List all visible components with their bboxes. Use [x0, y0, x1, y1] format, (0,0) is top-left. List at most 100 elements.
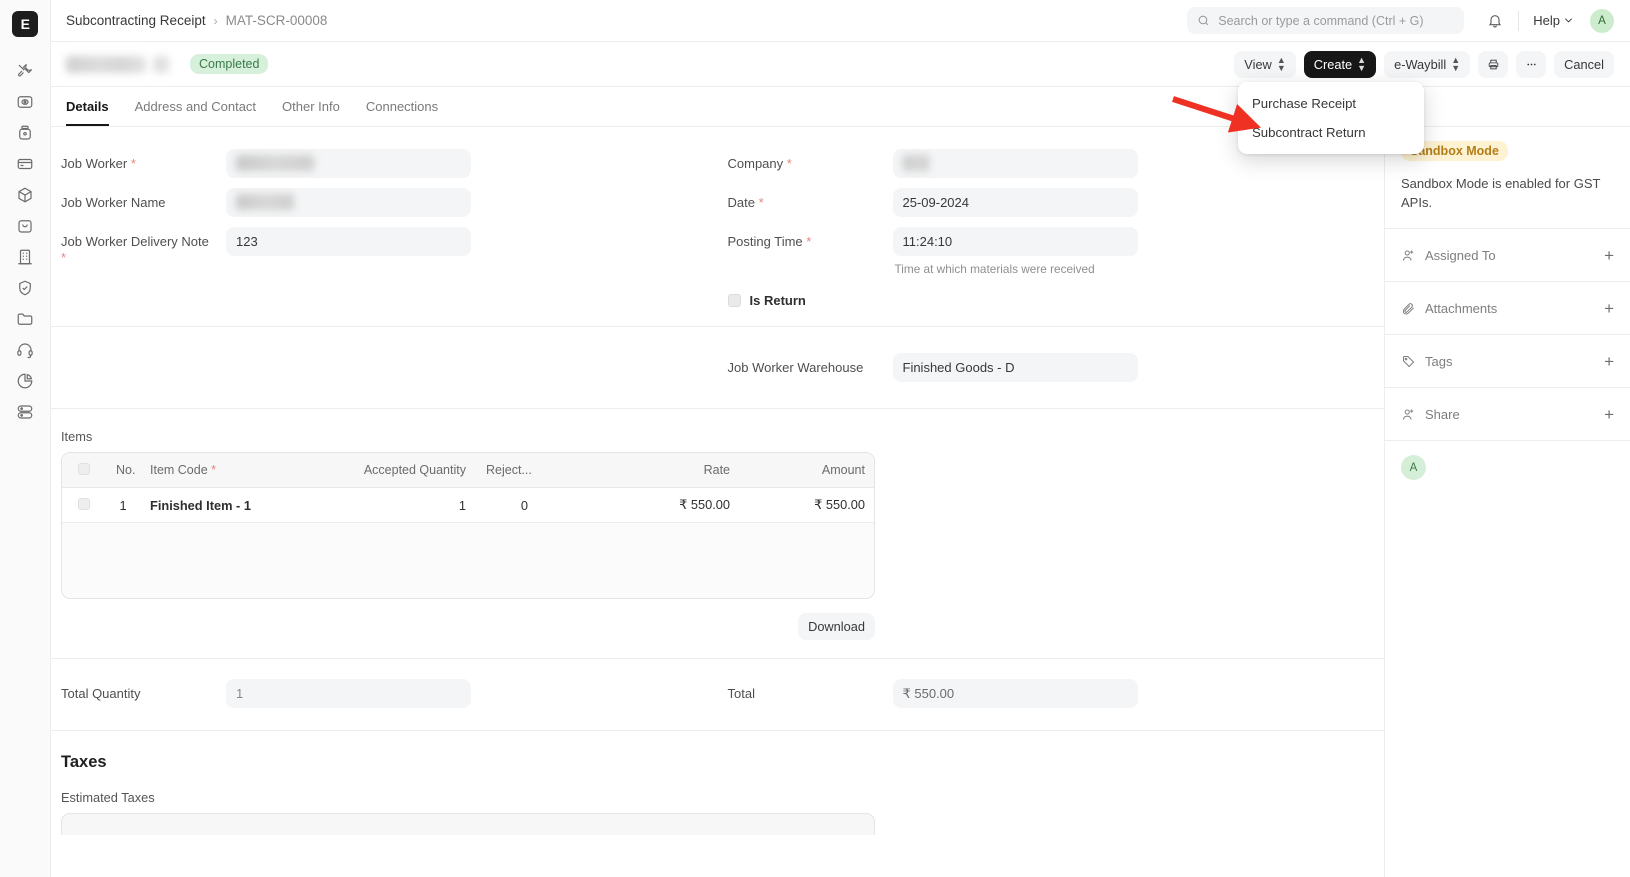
share-user-icon — [1401, 407, 1416, 422]
job-worker-delivery-note-input[interactable]: 123 — [226, 227, 471, 256]
jar-icon[interactable] — [8, 118, 42, 148]
more-actions-button[interactable] — [1516, 51, 1546, 78]
ewaybill-label: e-Waybill — [1394, 57, 1446, 72]
form-inner: Job Worker * Job Worker Name — [51, 127, 1384, 835]
add-share-button[interactable]: + — [1604, 406, 1614, 423]
row-checkbox[interactable] — [78, 498, 90, 510]
body: Job Worker * Job Worker Name — [51, 127, 1630, 877]
chevron-updown-icon: ▲▼ — [1451, 56, 1460, 72]
tab-details[interactable]: Details — [66, 99, 109, 126]
row-rate[interactable]: ₹ 550.00 — [538, 488, 740, 523]
assigned-to-label: Assigned To — [1425, 248, 1496, 263]
sidebar-item-attachments[interactable]: Attachments + — [1385, 281, 1630, 334]
headset-icon[interactable] — [8, 335, 42, 365]
job-worker-warehouse-label: Job Worker Warehouse — [728, 353, 893, 376]
document-actions: View ▲▼ Create ▲▼ e-Waybill ▲▼ — [1234, 51, 1614, 78]
sidebar-footer: A — [1385, 440, 1630, 494]
user-avatar[interactable]: A — [1590, 9, 1614, 33]
avatar[interactable]: A — [1401, 455, 1426, 480]
add-attachment-button[interactable]: + — [1604, 300, 1614, 317]
tab-other-info[interactable]: Other Info — [282, 99, 340, 126]
row-select-cell[interactable] — [62, 488, 106, 523]
pie-chart-icon[interactable] — [8, 366, 42, 396]
sidebar-item-share[interactable]: Share + — [1385, 387, 1630, 440]
col-amount: Amount — [740, 453, 875, 488]
download-button[interactable]: Download — [798, 613, 875, 640]
sidebar-item-tags[interactable]: Tags + — [1385, 334, 1630, 387]
form-area: Job Worker * Job Worker Name — [51, 127, 1385, 877]
job-worker-name-control — [226, 188, 471, 217]
breadcrumb: Subcontracting Receipt › MAT-SCR-00008 — [66, 13, 327, 28]
items-footer-actions: Download — [61, 613, 875, 640]
sidebar-item-assigned-to[interactable]: Assigned To + — [1385, 228, 1630, 281]
total-control: ₹ 550.00 — [893, 679, 1138, 708]
notifications-button[interactable] — [1478, 7, 1512, 35]
row-rejected-quantity[interactable]: 0 — [476, 488, 538, 523]
total-quantity-control: 1 — [226, 679, 471, 708]
field-job-worker: Job Worker * — [61, 149, 718, 178]
select-all-checkbox[interactable] — [78, 463, 90, 475]
job-worker-control — [226, 149, 471, 178]
shield-check-icon[interactable] — [8, 273, 42, 303]
is-return-checkbox[interactable] — [728, 294, 741, 307]
attachments-label: Attachments — [1425, 301, 1497, 316]
field-is-return[interactable]: Is Return — [728, 293, 1385, 308]
building-icon[interactable] — [8, 242, 42, 272]
top-bar: Subcontracting Receipt › MAT-SCR-00008 S… — [51, 0, 1630, 42]
bag-icon[interactable] — [8, 211, 42, 241]
tools-icon[interactable] — [8, 56, 42, 86]
field-date: Date * 25-09-2024 — [728, 188, 1385, 217]
add-tag-button[interactable]: + — [1604, 353, 1614, 370]
folder-icon[interactable] — [8, 304, 42, 334]
row-amount[interactable]: ₹ 550.00 — [740, 488, 875, 523]
tab-connections[interactable]: Connections — [366, 99, 438, 126]
table-row[interactable]: 1 Finished Item - 1 1 0 ₹ 550.00 ₹ 550.0… — [62, 488, 875, 523]
stamp-icon[interactable] — [8, 87, 42, 117]
job-worker-input[interactable] — [226, 149, 471, 178]
app-logo[interactable]: E — [12, 11, 38, 37]
view-button[interactable]: View ▲▼ — [1234, 51, 1295, 78]
chevron-updown-icon: ▲▼ — [1277, 56, 1286, 72]
tab-address-and-contact[interactable]: Address and Contact — [135, 99, 256, 126]
toolbar-divider — [1518, 11, 1519, 31]
posting-time-input[interactable]: 11:24:10 — [893, 227, 1138, 256]
job-worker-name-input[interactable] — [226, 188, 471, 217]
tags-label: Tags — [1425, 354, 1452, 369]
field-job-worker-delivery-note: Job Worker Delivery Note* 123 — [61, 227, 718, 266]
ewaybill-button[interactable]: e-Waybill ▲▼ — [1384, 51, 1470, 78]
view-label: View — [1244, 57, 1272, 72]
required-marker: * — [755, 195, 764, 210]
tag-icon — [1401, 354, 1416, 369]
total-label: Total — [728, 679, 893, 702]
date-control: 25-09-2024 — [893, 188, 1138, 217]
card-icon[interactable] — [8, 149, 42, 179]
create-button[interactable]: Create ▲▼ — [1304, 51, 1376, 78]
assign-user-icon — [1401, 248, 1416, 263]
totals-left-column: Total Quantity 1 — [51, 679, 718, 708]
cancel-button[interactable]: Cancel — [1554, 51, 1614, 78]
breadcrumb-parent[interactable]: Subcontracting Receipt — [66, 13, 206, 28]
col-no: No. — [106, 453, 140, 488]
required-marker: * — [783, 156, 792, 171]
print-button[interactable] — [1478, 51, 1508, 78]
row-item-code[interactable]: Finished Item - 1 — [140, 488, 340, 523]
database-icon[interactable] — [8, 397, 42, 427]
job-worker-warehouse-input[interactable]: Finished Goods - D — [893, 353, 1138, 382]
menu-item-subcontract-return[interactable]: Subcontract Return — [1238, 118, 1424, 147]
company-input[interactable] — [893, 149, 1138, 178]
field-total: Total ₹ 550.00 — [728, 679, 1385, 708]
date-input[interactable]: 25-09-2024 — [893, 188, 1138, 217]
add-assignment-button[interactable]: + — [1604, 247, 1614, 264]
total-quantity-input: 1 — [226, 679, 471, 708]
menu-item-purchase-receipt[interactable]: Purchase Receipt — [1238, 89, 1424, 118]
select-all-header[interactable] — [62, 453, 106, 488]
sandbox-alert-text: Sandbox Mode is enabled for GST APIs. — [1401, 174, 1614, 212]
company-control — [893, 149, 1138, 178]
box-icon[interactable] — [8, 180, 42, 210]
row-accepted-quantity[interactable]: 1 — [340, 488, 476, 523]
required-marker: * — [127, 156, 136, 171]
help-menu[interactable]: Help — [1525, 13, 1582, 28]
search-input[interactable]: Search or type a command (Ctrl + G) — [1187, 7, 1464, 34]
app-root: E — [0, 0, 1630, 877]
required-marker: * — [208, 463, 216, 477]
